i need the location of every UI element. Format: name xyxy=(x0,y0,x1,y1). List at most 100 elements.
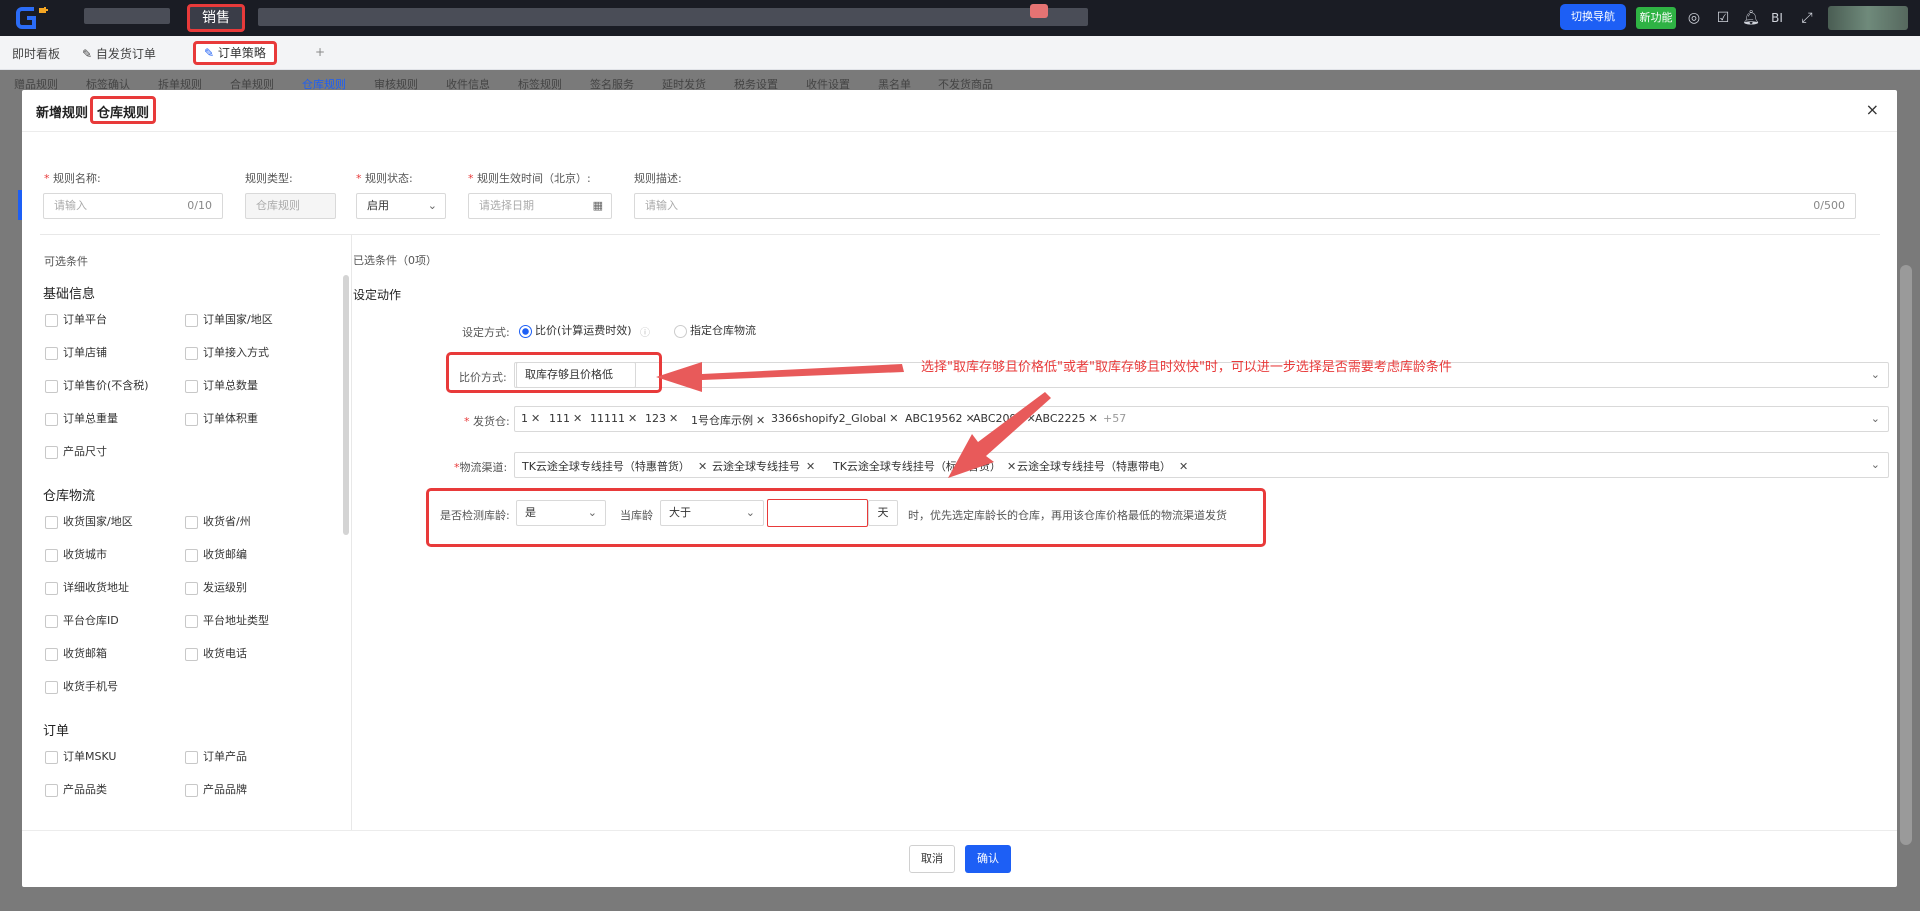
tab-self-ship-label: 自发货订单 xyxy=(95,47,156,61)
info-icon[interactable]: ⓘ xyxy=(640,324,650,339)
condition-checkbox[interactable]: 订单总数量 xyxy=(185,379,258,393)
warehouse-tag[interactable]: 11111 ✕ xyxy=(590,412,637,425)
user-avatar[interactable] xyxy=(1828,6,1908,30)
background-scrollbar[interactable] xyxy=(1900,265,1912,845)
condition-checkbox[interactable]: 订单平台 xyxy=(45,313,107,327)
rule-name-input[interactable]: 请输入 0/10 xyxy=(43,193,223,219)
group-title: 仓库物流 xyxy=(43,489,96,504)
condition-checkbox[interactable]: 订单店铺 xyxy=(45,346,107,360)
condition-checkbox[interactable]: 订单MSKU xyxy=(45,750,116,764)
chevron-down-icon: ⌄ xyxy=(1870,458,1880,471)
chevron-down-icon: ⌄ xyxy=(427,199,437,212)
cancel-button[interactable]: 取消 xyxy=(909,845,955,873)
channel-label: *物流渠道: xyxy=(454,461,508,474)
channel-tag[interactable]: 云途全球专线挂号（特惠带电） ✕ xyxy=(1017,458,1188,474)
warehouse-tag[interactable]: 123 ✕ xyxy=(645,412,678,425)
channel-tag[interactable]: 云途全球专线挂号 ✕ xyxy=(712,458,815,474)
notification-dot xyxy=(1030,4,1048,18)
warehouse-tag[interactable]: ABC2091 ✕ xyxy=(973,412,1036,425)
compare-method-select[interactable]: 取库存够且价格低 xyxy=(516,362,636,388)
panel-scrollbar[interactable] xyxy=(343,275,349,535)
condition-checkbox[interactable]: 收货城市 xyxy=(45,548,107,562)
warehouse-tag[interactable]: 111 ✕ xyxy=(549,412,582,425)
condition-checkbox[interactable]: 订单产品 xyxy=(185,750,247,764)
age-check-select[interactable]: 是 ⌄ xyxy=(516,500,606,526)
description-label: 规则描述: xyxy=(634,172,682,185)
age-operator-select[interactable]: 大于 ⌄ xyxy=(660,500,764,526)
top-nav-bar: 销售 切换导航 新功能 ◎ ☑ 🔔︎ BI ⤢ xyxy=(0,0,1920,36)
close-icon: ✕ xyxy=(697,460,708,473)
condition-checkbox[interactable]: 详细收货地址 xyxy=(45,581,129,595)
mode-radio-compare[interactable]: 比价(计算运费时效) xyxy=(519,324,632,338)
tab-self-ship[interactable]: ✎ 自发货订单 xyxy=(82,45,156,62)
close-icon: ✕ xyxy=(628,412,638,425)
warehouse-tag[interactable]: 3366shopify2_Global ✕ xyxy=(771,412,898,425)
warehouse-more-count[interactable]: +57 xyxy=(1103,412,1126,425)
condition-checkbox[interactable]: 收货邮箱 xyxy=(45,647,107,661)
warehouse-tag[interactable]: ABC19562 ✕ xyxy=(905,412,975,425)
condition-checkbox[interactable]: 收货手机号 xyxy=(45,680,118,694)
age-days-input[interactable] xyxy=(767,499,868,527)
app-logo-icon[interactable] xyxy=(16,5,56,31)
condition-checkbox[interactable]: 产品尺寸 xyxy=(45,445,107,459)
modal-title: 新增规则 xyxy=(36,106,89,121)
sales-menu-button[interactable]: 销售 xyxy=(187,4,245,32)
condition-checkbox[interactable]: 发运级别 xyxy=(185,581,247,595)
action-title: 设定动作 xyxy=(353,288,402,302)
blurred-nav-items[interactable] xyxy=(258,8,1088,26)
rule-name-count: 0/10 xyxy=(187,199,212,212)
close-icon: ✕ xyxy=(889,412,899,425)
rule-status-select[interactable]: 启用 ⌄ xyxy=(356,193,446,219)
close-icon: ✕ xyxy=(573,412,583,425)
age-check-label: 是否检测库龄: xyxy=(440,509,510,522)
description-input[interactable]: 请输入 0/500 xyxy=(634,193,1856,219)
condition-checkbox[interactable]: 订单国家/地区 xyxy=(185,313,273,327)
channel-tag[interactable]: TK云途全球专线挂号（特惠普货） ✕ xyxy=(522,458,707,474)
warehouse-tag[interactable]: 1 ✕ xyxy=(521,412,540,425)
condition-checkbox[interactable]: 收货省/州 xyxy=(185,515,251,529)
close-icon: ✕ xyxy=(1006,460,1017,473)
chevron-down-icon: ⌄ xyxy=(1870,368,1880,381)
chevron-down-icon: ⌄ xyxy=(587,506,597,519)
help-icon[interactable]: ◎ xyxy=(1685,9,1703,27)
task-icon[interactable]: ☑ xyxy=(1714,9,1732,27)
rule-name-label: * 规则名称: xyxy=(44,172,101,185)
selected-conditions-label: 已选条件（0项） xyxy=(353,254,437,267)
condition-checkbox[interactable]: 收货邮编 xyxy=(185,548,247,562)
warehouse-tag[interactable]: ABC2225 ✕ xyxy=(1035,412,1098,425)
condition-checkbox[interactable]: 收货国家/地区 xyxy=(45,515,133,529)
close-icon[interactable]: × xyxy=(1866,100,1879,119)
confirm-button[interactable]: 确认 xyxy=(965,845,1011,873)
age-label: 当库龄 xyxy=(620,509,653,522)
close-icon: ✕ xyxy=(756,414,766,427)
bi-link[interactable]: BI xyxy=(1766,9,1788,27)
switch-nav-button[interactable]: 切换导航 xyxy=(1560,4,1626,30)
add-tab-button[interactable]: + xyxy=(315,45,325,59)
condition-checkbox[interactable]: 订单体积重 xyxy=(185,412,258,426)
mode-radio-specify[interactable]: 指定仓库物流 xyxy=(674,324,756,338)
channel-multiselect[interactable]: TK云途全球专线挂号（特惠普货） ✕ 云途全球专线挂号 ✕ TK云途全球专线挂号（标… xyxy=(514,452,1889,478)
warehouse-multiselect[interactable]: 1 ✕ 111 ✕ 11111 ✕ 123 ✕ 1号仓库示例 ✕ 3366shopify2… xyxy=(514,406,1889,432)
condition-checkbox[interactable]: 产品品类 xyxy=(45,783,107,797)
warehouse-tag[interactable]: 1号仓库示例 ✕ xyxy=(691,412,765,428)
new-feature-badge[interactable]: 新功能 xyxy=(1636,7,1676,29)
condition-checkbox[interactable]: 订单接入方式 xyxy=(185,346,269,360)
channel-tag[interactable]: TK云途全球专线挂号（标快普货） ✕ xyxy=(833,458,1016,474)
tab-order-strategy[interactable]: ✎ 订单策略 xyxy=(193,41,277,65)
mode-label: 设定方式: xyxy=(462,326,510,339)
fullscreen-icon[interactable]: ⤢ xyxy=(1798,9,1816,27)
condition-checkbox[interactable]: 订单总重量 xyxy=(45,412,118,426)
close-icon: ✕ xyxy=(1088,412,1098,425)
tab-order-strategy-label: 订单策略 xyxy=(217,46,266,60)
condition-checkbox[interactable]: 订单售价(不含税) xyxy=(45,379,149,393)
condition-checkbox[interactable]: 平台仓库ID xyxy=(45,614,119,628)
condition-checkbox[interactable]: 平台地址类型 xyxy=(185,614,269,628)
blurred-nav-item[interactable] xyxy=(84,8,170,24)
optional-conditions-title: 可选条件 xyxy=(44,255,88,268)
effective-date-picker[interactable]: 请选择日期 ▦ xyxy=(468,193,612,219)
bell-icon[interactable]: 🔔︎ xyxy=(1742,9,1760,27)
tab-dashboard[interactable]: 即时看板 xyxy=(12,45,60,62)
rule-status-label: * 规则状态: xyxy=(356,172,413,185)
condition-checkbox[interactable]: 产品品牌 xyxy=(185,783,247,797)
condition-checkbox[interactable]: 收货电话 xyxy=(185,647,247,661)
